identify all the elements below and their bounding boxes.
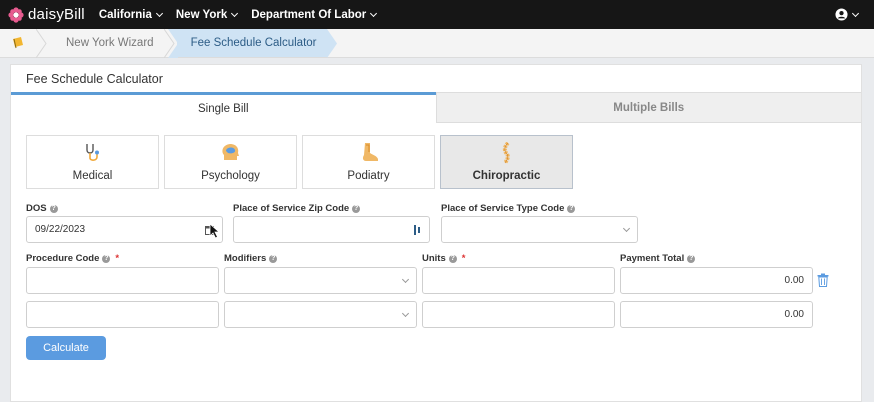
brand[interactable]: daisyBill	[8, 6, 85, 23]
nav-menu-department-of-labor[interactable]: Department Of Labor	[251, 8, 378, 21]
payment-total-value: 0.00	[784, 275, 804, 286]
procedure-code-label: Procedure Code ? *	[26, 253, 119, 264]
breadcrumb-home[interactable]	[0, 29, 36, 57]
procedure-code-label-text: Procedure Code	[26, 253, 100, 264]
specialty-label: Podiatry	[347, 170, 390, 182]
user-menu[interactable]	[835, 8, 860, 21]
tab-multiple-bills[interactable]: Multiple Bills	[435, 92, 861, 123]
breadcrumb: New York Wizard Fee Schedule Calculator	[0, 29, 874, 58]
required-marker: *	[115, 253, 120, 264]
procedure-code-input[interactable]	[26, 301, 219, 328]
dos-value: 09/22/2023	[35, 224, 86, 235]
help-icon[interactable]: ?	[687, 254, 696, 263]
dos-label: DOS ?	[26, 203, 58, 214]
chevron-down-icon	[401, 309, 410, 318]
nav-menu-label: New York	[175, 8, 228, 21]
help-icon[interactable]: ?	[448, 254, 457, 263]
zip-label: Place of Service Zip Code ?	[233, 203, 361, 214]
specialty-label: Medical	[72, 170, 113, 182]
zip-code-input[interactable]	[233, 216, 430, 243]
type-code-label: Place of Service Type Code ?	[441, 203, 576, 214]
page-title: Fee Schedule Calculator	[26, 72, 163, 86]
nav-menu-new-york[interactable]: New York	[175, 8, 239, 21]
zip-label-text: Place of Service Zip Code	[233, 203, 350, 214]
mouse-cursor-icon	[209, 223, 221, 239]
nav-menu-label: Department Of Labor	[251, 8, 367, 21]
help-icon[interactable]: ?	[49, 204, 58, 213]
dos-input[interactable]: 09/22/2023	[26, 216, 223, 243]
units-label: Units ? *	[422, 253, 465, 264]
trash-icon[interactable]	[817, 273, 829, 287]
breadcrumb-separator-icon	[163, 29, 178, 58]
help-icon[interactable]: ?	[567, 204, 576, 213]
units-input[interactable]	[422, 301, 615, 328]
brain-head-icon	[221, 144, 239, 160]
specialty-label: Psychology	[201, 170, 260, 182]
type-code-select[interactable]	[441, 216, 638, 243]
nav-menu-label: California	[98, 8, 152, 21]
chevron-down-icon	[155, 9, 163, 17]
tab-single-bill[interactable]: Single Bill	[11, 92, 436, 123]
nav-menu-california[interactable]: California	[98, 8, 163, 21]
brand-name: daisyBill	[28, 6, 85, 23]
chevron-down-icon	[231, 9, 239, 17]
calculator-card: Fee Schedule Calculator Single Bill Mult…	[10, 64, 862, 402]
payment-total-label-text: Payment Total	[620, 253, 685, 264]
specialty-medical[interactable]: Medical	[26, 135, 159, 189]
specialty-chiropractic[interactable]: Chiropractic	[440, 135, 573, 189]
specialty-selector: Medical Psychology Podiatry Chiropractic	[26, 135, 573, 189]
bill-tabs: Single Bill Multiple Bills	[11, 92, 861, 123]
payment-total-field: 0.00	[620, 267, 813, 294]
breadcrumb-active-arrow-icon	[326, 29, 337, 58]
payment-total-field: 0.00	[620, 301, 813, 328]
procedure-code-input[interactable]	[26, 267, 219, 294]
chevron-down-icon	[401, 275, 410, 284]
specialty-podiatry[interactable]: Podiatry	[302, 135, 435, 189]
top-nav: daisyBill California New York Department…	[0, 0, 874, 29]
user-icon	[835, 8, 848, 21]
modifiers-label: Modifiers ?	[224, 253, 278, 264]
help-icon[interactable]: ?	[102, 254, 111, 263]
units-input[interactable]	[422, 267, 615, 294]
breadcrumb-new-york-wizard[interactable]: New York Wizard	[50, 29, 164, 57]
chevron-down-icon	[622, 224, 631, 233]
spine-icon	[502, 142, 510, 164]
breadcrumb-separator-icon	[36, 29, 47, 58]
payment-total-value: 0.00	[784, 309, 804, 320]
barcode-icon	[414, 225, 420, 235]
required-marker: *	[461, 253, 466, 264]
daisy-logo-icon	[8, 6, 24, 23]
modifiers-label-text: Modifiers	[224, 253, 267, 264]
calculate-button[interactable]: Calculate	[26, 336, 106, 360]
type-code-label-text: Place of Service Type Code	[441, 203, 565, 214]
specialty-label: Chiropractic	[472, 170, 541, 182]
specialty-psychology[interactable]: Psychology	[164, 135, 297, 189]
units-label-text: Units	[422, 253, 446, 264]
help-icon[interactable]: ?	[269, 254, 278, 263]
flag-icon	[13, 37, 23, 49]
chevron-down-icon	[370, 9, 378, 17]
modifiers-select[interactable]	[224, 267, 417, 294]
dos-label-text: DOS	[26, 203, 47, 214]
help-icon[interactable]: ?	[352, 204, 361, 213]
foot-icon	[362, 143, 378, 161]
breadcrumb-fee-schedule-calculator[interactable]: Fee Schedule Calculator	[176, 29, 327, 57]
stethoscope-icon	[85, 144, 99, 161]
modifiers-select[interactable]	[224, 301, 417, 328]
payment-total-label: Payment Total ?	[620, 253, 696, 264]
chevron-down-icon	[851, 9, 860, 17]
